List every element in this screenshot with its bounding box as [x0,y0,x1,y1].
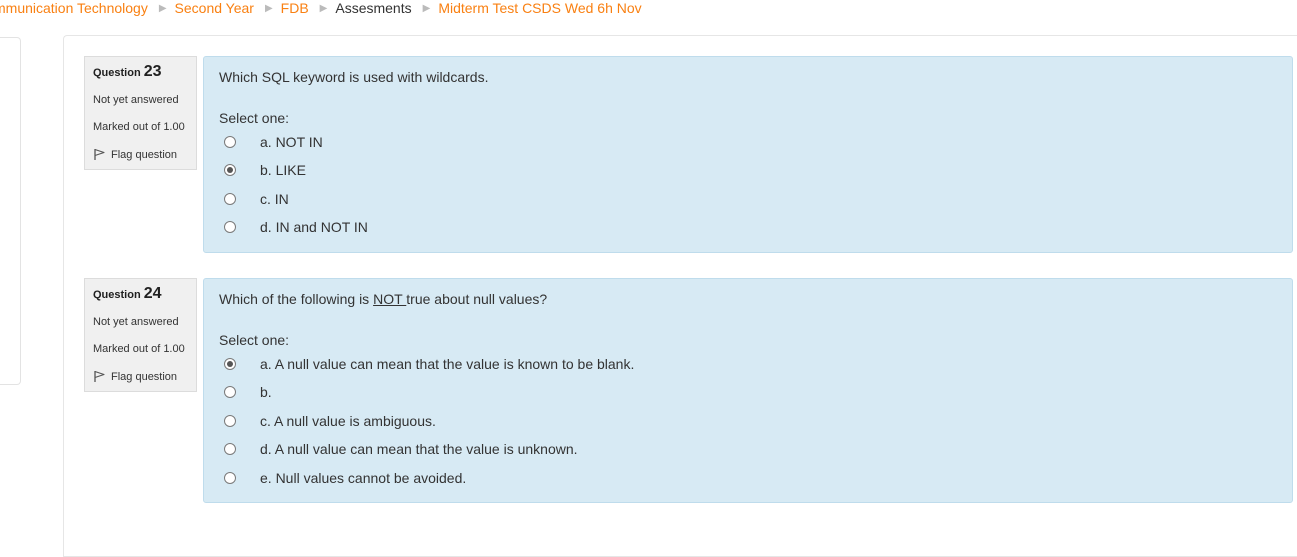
question-number: Question 23 [93,63,162,81]
breadcrumb: mmunication Technology ▶ Second Year ▶ F… [0,0,642,16]
question-grade: Marked out of 1.00 [93,343,185,355]
answer-label[interactable]: c. A null value is ambiguous. [260,413,436,429]
radio-button[interactable] [224,472,236,484]
answer-option-b[interactable]: b. [224,384,272,400]
triangle-right-icon: ▶ [422,2,431,14]
flag-icon [94,148,105,160]
question-text: Which SQL keyword is used with wildcards… [219,69,488,85]
flag-question-button[interactable]: Flag question [93,148,177,161]
triangle-right-icon: ▶ [319,2,328,14]
question-state: Not yet answered [93,94,179,106]
question-state: Not yet answered [93,316,179,328]
question-info-23: Question 23 Not yet answered Marked out … [84,56,197,170]
radio-button[interactable] [224,221,236,233]
breadcrumb-item-section: Assesments [335,0,412,16]
select-one-prompt: Select one: [219,110,290,126]
answer-label[interactable]: e. Null values cannot be avoided. [260,470,466,486]
question-number: Question 24 [93,285,162,303]
answer-option-c[interactable]: c. A null value is ambiguous. [224,413,436,429]
radio-button[interactable] [224,415,236,427]
answer-option-b[interactable]: b. LIKE [224,162,306,178]
radio-button[interactable] [224,386,236,398]
flag-question-button[interactable]: Flag question [93,370,177,383]
question-content-23: Which SQL keyword is used with wildcards… [203,56,1293,253]
radio-button[interactable] [224,443,236,455]
question-grade: Marked out of 1.00 [93,121,185,133]
answer-option-d[interactable]: d. IN and NOT IN [224,219,368,235]
radio-button[interactable] [224,358,236,370]
radio-button[interactable] [224,136,236,148]
question-text-part: Which of the following is [219,291,374,307]
answer-label[interactable]: a. A null value can mean that the value … [260,356,634,372]
breadcrumb-item-course-category[interactable]: mmunication Technology [0,0,148,16]
triangle-right-icon: ▶ [264,2,273,14]
answer-label[interactable]: d. IN and NOT IN [260,219,368,235]
breadcrumb-item-course[interactable]: FDB [281,0,309,16]
answer-label[interactable]: d. A null value can mean that the value … [260,441,578,457]
radio-button[interactable] [224,164,236,176]
flag-icon [94,370,105,382]
question-text: Which of the following is NOT true about… [219,291,547,307]
question-text-part: true about null values? [406,291,548,307]
answer-option-c[interactable]: c. IN [224,191,289,207]
answer-option-a[interactable]: a. NOT IN [224,134,323,150]
answer-option-e[interactable]: e. Null values cannot be avoided. [224,470,466,486]
quiz-navigation-panel [0,37,21,385]
answer-label[interactable]: a. NOT IN [260,134,323,150]
breadcrumb-item-year[interactable]: Second Year [175,0,254,16]
breadcrumb-item-quiz[interactable]: Midterm Test CSDS Wed 6h Nov [438,0,641,16]
question-label: Question [93,67,141,79]
question-info-24: Question 24 Not yet answered Marked out … [84,278,197,392]
flag-question-label: Flag question [111,370,178,383]
answer-label[interactable]: c. IN [260,191,289,207]
question-text-emphasis: NOT [373,291,407,307]
answer-option-d[interactable]: d. A null value can mean that the value … [224,441,578,457]
radio-button[interactable] [224,193,236,205]
answer-label[interactable]: b. LIKE [260,162,306,178]
question-label: Question [93,289,141,301]
question-text-part: Which SQL keyword is used with wildcards… [219,69,489,85]
question-number-value: 23 [143,63,162,80]
select-one-prompt: Select one: [219,332,290,348]
flag-question-label: Flag question [111,148,178,161]
answer-option-a[interactable]: a. A null value can mean that the value … [224,356,634,372]
triangle-right-icon: ▶ [158,2,167,14]
question-number-value: 24 [143,285,162,302]
answer-label[interactable]: b. [260,384,272,400]
question-content-24: Which of the following is NOT true about… [203,278,1293,503]
